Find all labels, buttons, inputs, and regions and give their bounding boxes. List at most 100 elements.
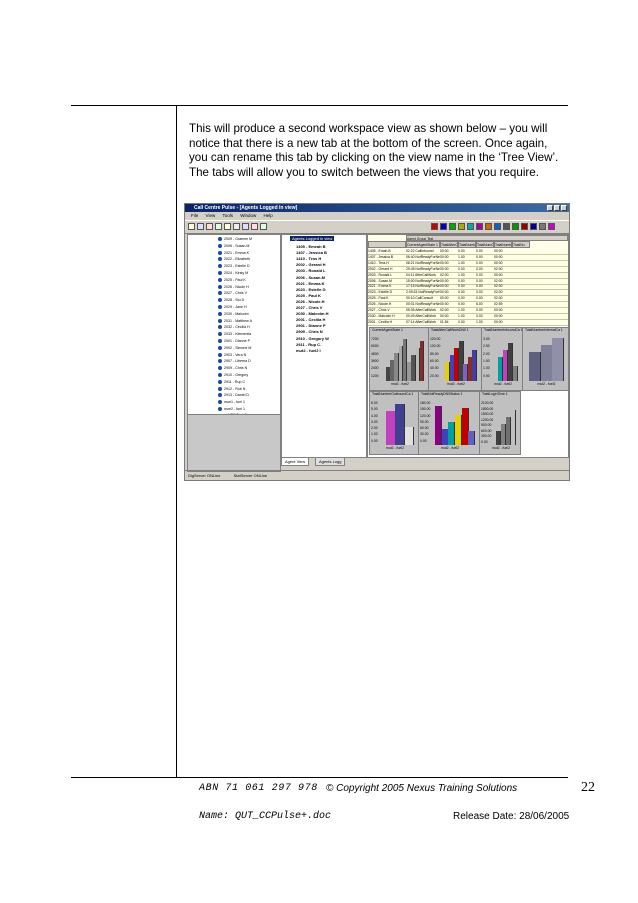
menu-file[interactable]: File (191, 213, 198, 218)
toolbar-button-icon[interactable] (485, 223, 492, 230)
toolbar-button-icon[interactable] (503, 223, 510, 230)
tree-item[interactable]: 2901 - Dianne P (296, 323, 326, 329)
toolbar-button-icon[interactable] (260, 223, 267, 230)
list-item[interactable]: 2028 - Stu D (218, 298, 244, 303)
chart-bar (419, 341, 425, 381)
toolbar-button-icon[interactable] (476, 223, 483, 230)
toolbar-button-icon[interactable] (242, 223, 249, 230)
menu-tools[interactable]: Tools (222, 213, 233, 218)
list-item[interactable]: 2907 - Liberna D (218, 359, 251, 364)
toolbar-button-icon[interactable] (530, 223, 537, 230)
tree-item[interactable]: 2030 - Malcolm.H (296, 311, 328, 317)
toolbar-button-icon[interactable] (431, 223, 438, 230)
list-item[interactable]: 2022 - Elizabeth (218, 257, 250, 262)
agent-status-icon (218, 400, 222, 405)
list-item[interactable]: mue1 - fuel 1 (218, 400, 245, 405)
list-item[interactable]: 2910 - Gregory (218, 373, 248, 378)
list-item[interactable]: 2025 - Paul K (218, 278, 246, 283)
list-item[interactable]: 2029 - Jane H (218, 305, 247, 310)
embedded-screenshot: Call Centre Pulse - [Agents Logged in vi… (184, 203, 570, 481)
tree-item[interactable]: 2027 - Chris V (296, 305, 322, 311)
tree-item[interactable]: 2023 - Estelle.G (296, 287, 326, 293)
tree-item[interactable]: 2910 - Gregory W (296, 336, 329, 342)
tree-view-header[interactable]: Agents Logged in view (290, 236, 335, 241)
list-item[interactable]: 2909 - Chris N (218, 366, 247, 371)
chart-panel: TotalNumberInternalCa 1 mut2 - fuel2 (522, 327, 569, 391)
tree-item[interactable]: 2021 - Emma.K (296, 281, 324, 287)
list-item[interactable]: 2031 - Matthew A (218, 319, 252, 324)
table-column-header[interactable]: TotalNumO (476, 241, 494, 248)
table-row[interactable]: 2001 - Cecilia H 07:14 AfterCallWork 01:54… (368, 319, 568, 326)
chart-category-label: mut2 - fuel2 (441, 446, 459, 450)
toolbar-button-icon[interactable] (548, 223, 555, 230)
list-item[interactable]: 2913 - Daniel D (218, 393, 249, 398)
tree-item[interactable]: mut2 - fuel2 I (296, 348, 321, 354)
chart-tick-label: 2100.00 (481, 401, 494, 405)
tree-item[interactable]: 1410 - Tess H (296, 256, 321, 262)
toolbar-button-icon[interactable] (449, 223, 456, 230)
list-item[interactable]: 2009 - Graeme M (218, 237, 252, 242)
list-item[interactable]: 2021 - Emma K (218, 251, 249, 256)
list-item[interactable]: 2023 - Estelle D (218, 264, 250, 269)
list-item[interactable]: 2030 - Malcolm (218, 312, 249, 317)
list-item[interactable]: 2027 - Chris V (218, 291, 247, 296)
table-column-header[interactable]: TotalAfterC (440, 241, 458, 248)
chart-category-label: mut2 - fuel2 (494, 382, 512, 386)
menu-view[interactable]: View (206, 213, 216, 218)
tree-item[interactable]: 2002 - Gerard H (296, 262, 326, 268)
table-column-header[interactable]: CurrentAgentState 1 (406, 241, 440, 248)
tab-agent-view[interactable]: Agent View (281, 457, 310, 466)
toolbar-button-icon[interactable] (467, 223, 474, 230)
maximize-icon[interactable] (554, 205, 560, 211)
toolbar-button-icon[interactable] (251, 223, 258, 230)
toolbar-button-icon[interactable] (494, 223, 501, 230)
list-item[interactable]: 2912 - Rob N (218, 387, 245, 392)
tree-item[interactable]: 2909 - Chris N (296, 329, 323, 335)
tree-item[interactable]: 2006 - Susan.M (296, 275, 325, 281)
list-item[interactable]: 2911 - Rup C (218, 380, 245, 385)
chart-tick-label: 120.00 (420, 413, 431, 418)
list-item[interactable]: mue2 - fuel 1 (218, 407, 245, 412)
tree-item[interactable]: 2001 - Cecilia H (296, 317, 325, 323)
toolbar-button-icon[interactable] (539, 223, 546, 230)
tree-item[interactable]: 1405 - Emeah B (296, 244, 326, 250)
tree-item[interactable]: 2026 - Nicole.H (296, 299, 324, 305)
menu-window[interactable]: Window (240, 213, 256, 218)
agent-status-icon (218, 352, 222, 357)
chart-tick-label: 0.50 (483, 373, 490, 378)
list-item-label: 2907 - Liberna D (224, 359, 251, 364)
toolbar-button-icon[interactable] (215, 223, 222, 230)
list-item[interactable]: 2026 - Nicole H (218, 285, 249, 290)
table-column-header[interactable]: TotalNumIn (494, 241, 512, 248)
toolbar-button-icon[interactable] (458, 223, 465, 230)
tree-item[interactable]: 2911 - Rup C. (296, 342, 321, 348)
minimize-icon[interactable] (547, 205, 553, 211)
close-icon[interactable] (561, 205, 567, 211)
list-item[interactable]: 2024 - Kirsty M (218, 271, 248, 276)
list-item[interactable]: 2903 - Vera N (218, 353, 246, 358)
toolbar-button-icon[interactable] (440, 223, 447, 230)
agent-status-icon (218, 339, 222, 344)
tree-item[interactable]: 1407 - Jessica B (296, 250, 327, 256)
tab-agents-logged[interactable]: Agents Logg (315, 457, 346, 466)
table-column-header[interactable]: TotalNu (512, 241, 530, 248)
list-item[interactable]: 2902 - Simone M (218, 346, 251, 351)
toolbar-button-icon[interactable] (188, 223, 195, 230)
tree-item[interactable]: 2003 - Ronald L (296, 268, 326, 274)
toolbar-button-icon[interactable] (233, 223, 240, 230)
chart-tick-label: 2.50 (483, 344, 490, 349)
tree-item[interactable]: 2025 - Paul K (296, 293, 321, 299)
toolbar-button-icon[interactable] (206, 223, 213, 230)
list-item[interactable]: 2006 - Susan.M (218, 244, 249, 249)
toolbar-button-icon[interactable] (521, 223, 528, 230)
table-column-header[interactable] (368, 241, 406, 248)
list-item[interactable]: 2032 - Cecilia H (218, 325, 250, 330)
toolbar-button-icon[interactable] (512, 223, 519, 230)
table-column-header[interactable]: TotalNumIn (458, 241, 476, 248)
list-item[interactable]: 2033 - Klementia (218, 332, 251, 337)
toolbar-button-icon[interactable] (224, 223, 231, 230)
chart-tick-label: 6000 (371, 344, 379, 349)
toolbar-button-icon[interactable] (197, 223, 204, 230)
menu-help[interactable]: Help (264, 213, 273, 218)
list-item[interactable]: 2001 - Dianne P (218, 339, 250, 344)
